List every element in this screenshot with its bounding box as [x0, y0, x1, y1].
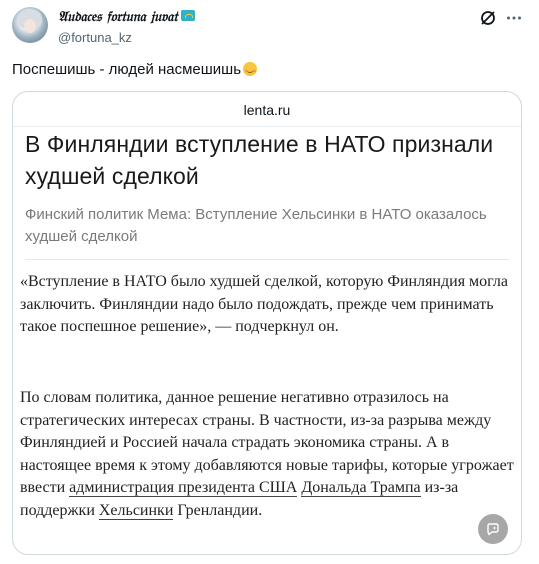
tweet-text-content: Поспешишь - людей насмешишь	[12, 61, 242, 78]
avatar[interactable]	[12, 7, 48, 43]
tweet-text: Поспешишь - людей насмешишь	[12, 61, 258, 78]
link-donald-trump[interactable]: Дональда Трампа	[301, 479, 421, 497]
more-icon[interactable]	[505, 9, 523, 27]
article-paragraph-body: По словам политика, данное решение негат…	[20, 387, 520, 522]
tweet: 𝔄𝔲𝔡𝔞𝔠𝔢𝔰 𝔣𝔬𝔯𝔱𝔲𝔫𝔞 𝔧𝔲𝔳𝔞𝔱 @fortuna_kz Поспеш…	[0, 0, 539, 564]
link-us-administration[interactable]: администрация президента США	[69, 479, 298, 497]
card-divider	[13, 126, 521, 127]
grok-summary-button[interactable]	[478, 514, 508, 544]
relieved-face-emoji-icon	[243, 62, 258, 76]
link-helsinki[interactable]: Хельсинки	[98, 501, 174, 520]
display-name[interactable]: 𝔄𝔲𝔡𝔞𝔠𝔢𝔰 𝔣𝔬𝔯𝔱𝔲𝔫𝔞 𝔧𝔲𝔳𝔞𝔱	[58, 9, 195, 25]
display-name-text: 𝔄𝔲𝔡𝔞𝔠𝔢𝔰 𝔣𝔬𝔯𝔱𝔲𝔫𝔞 𝔧𝔲𝔳𝔞𝔱	[58, 9, 178, 25]
article-subtitle: Финский политик Мема: Вступление Хельсин…	[25, 206, 487, 245]
paragraph-text: Гренландии.	[173, 501, 263, 519]
grok-summary-icon	[487, 523, 499, 536]
article-headline: В Финляндии вступление в НАТО признали х…	[25, 131, 494, 189]
user-handle[interactable]: @fortuna_kz	[58, 30, 132, 45]
link-card[interactable]: lenta.ru В Финляндии вступление в НАТО п…	[12, 91, 522, 555]
article-paragraph-quote: «Вступление в НАТО было худшей сделкой, …	[20, 273, 509, 335]
article-divider	[25, 259, 509, 260]
grok-icon[interactable]	[479, 9, 497, 27]
kazakhstan-flag-icon	[180, 10, 195, 21]
avatar-face	[24, 19, 36, 33]
card-domain: lenta.ru	[243, 102, 291, 118]
